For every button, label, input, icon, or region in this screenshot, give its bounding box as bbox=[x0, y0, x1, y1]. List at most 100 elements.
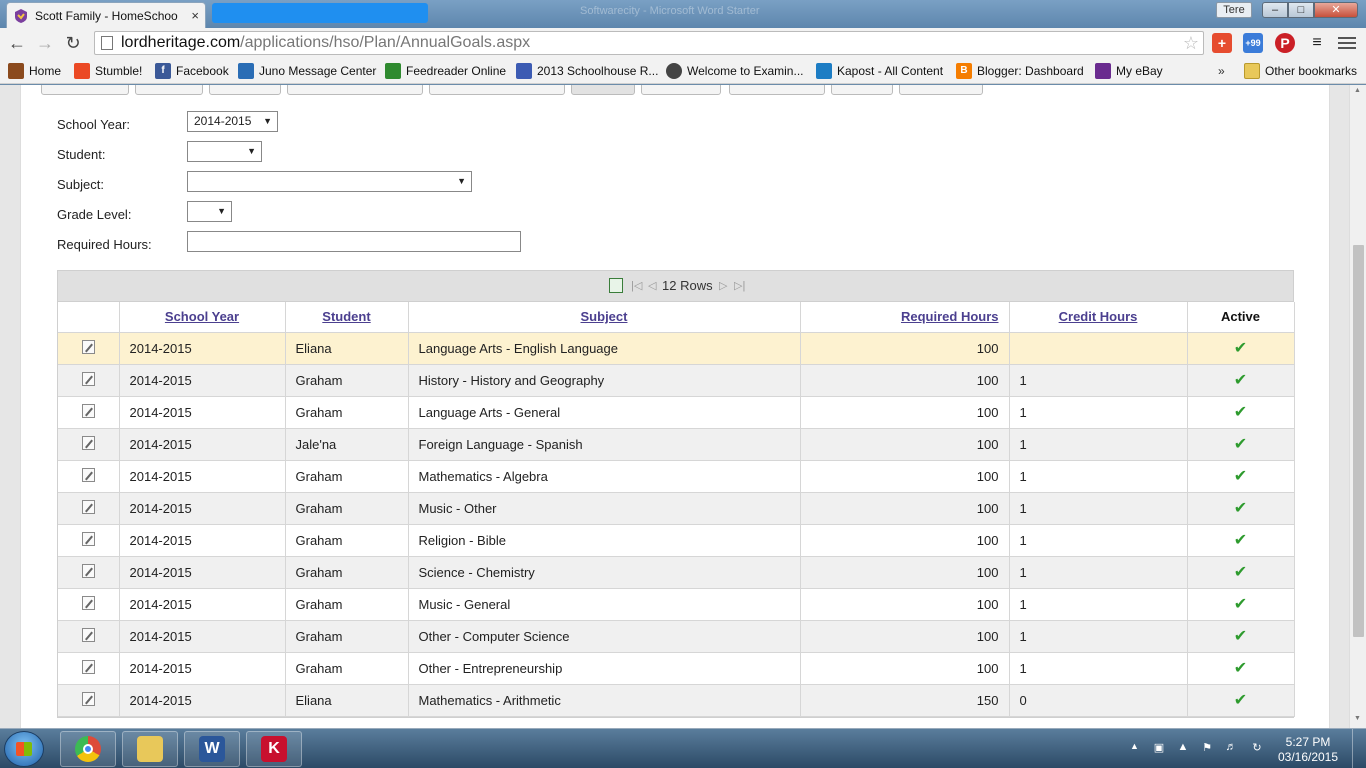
page-toolbar-button-1[interactable] bbox=[41, 85, 129, 95]
page-toolbar-button-6[interactable] bbox=[571, 85, 635, 95]
page-toolbar-button-10[interactable] bbox=[899, 85, 983, 95]
edit-icon[interactable] bbox=[81, 531, 95, 546]
forward-button[interactable]: → bbox=[34, 32, 56, 54]
edit-cell[interactable] bbox=[58, 652, 120, 685]
table-row[interactable]: 2014-2015 Eliana Language Arts - English L… bbox=[58, 332, 1295, 365]
edit-icon[interactable] bbox=[81, 339, 95, 354]
student-select[interactable]: ▼ bbox=[187, 141, 262, 162]
table-row[interactable]: 2014-2015 Graham Mathematics - Algebra 100 1… bbox=[58, 460, 1295, 493]
edit-cell[interactable] bbox=[58, 396, 120, 429]
edit-cell[interactable] bbox=[58, 620, 120, 653]
tray-expand-icon[interactable]: ▲ bbox=[1130, 741, 1139, 751]
sort-subject-link[interactable]: Subject bbox=[581, 309, 628, 324]
google-plus-extension-icon[interactable]: + bbox=[1212, 33, 1232, 53]
sort-student-link[interactable]: Student bbox=[322, 309, 370, 324]
taskbar-word[interactable]: W bbox=[184, 731, 240, 767]
edit-cell[interactable] bbox=[58, 460, 120, 493]
bookmark-star-icon[interactable]: ☆ bbox=[1183, 33, 1199, 54]
browser-tab[interactable]: Scott Family - HomeSchoo × bbox=[6, 2, 206, 28]
page-toolbar-button-8[interactable] bbox=[729, 85, 825, 95]
edit-icon[interactable] bbox=[81, 627, 95, 642]
taskbar-explorer[interactable] bbox=[122, 731, 178, 767]
bookmark-feedreader[interactable]: Feedreader Online bbox=[385, 62, 506, 80]
maximize-button[interactable]: □ bbox=[1288, 2, 1314, 18]
edit-cell[interactable] bbox=[58, 588, 120, 621]
profile-button[interactable]: Tere bbox=[1216, 2, 1252, 18]
page-scrollbar[interactable]: ▲ ▼ bbox=[1349, 85, 1366, 728]
edit-cell[interactable] bbox=[58, 524, 120, 557]
other-bookmarks[interactable]: Other bookmarks bbox=[1244, 62, 1357, 80]
sort-required-hours-link[interactable]: Required Hours bbox=[901, 309, 999, 324]
bookmark-blogger[interactable]: B Blogger: Dashboard bbox=[956, 62, 1084, 80]
table-row[interactable]: 2014-2015 Graham Religion - Bible 100 1 ✔ bbox=[58, 524, 1295, 557]
action-center-flag-icon[interactable]: ⚑ bbox=[1200, 741, 1214, 755]
sync-icon[interactable]: ↻ bbox=[1250, 741, 1264, 755]
extension-badge-icon[interactable]: +99 bbox=[1243, 33, 1263, 53]
bookmark-examiner[interactable]: Welcome to Examin... bbox=[666, 62, 803, 80]
column-header-credit-hours[interactable]: Credit Hours bbox=[1009, 302, 1188, 333]
subject-select[interactable]: ▼ bbox=[187, 171, 472, 192]
edit-cell[interactable] bbox=[58, 492, 120, 525]
school-year-select[interactable]: 2014-2015 ▼ bbox=[187, 111, 278, 132]
required-hours-input[interactable] bbox=[187, 231, 521, 252]
edit-cell[interactable] bbox=[58, 428, 120, 461]
device-tray-icon[interactable]: ▣ bbox=[1152, 741, 1166, 755]
edit-icon[interactable] bbox=[81, 691, 95, 706]
bookmarks-overflow-button[interactable]: » bbox=[1218, 64, 1225, 78]
table-row[interactable]: 2014-2015 Graham Other - Entrepreneurship 1… bbox=[58, 652, 1295, 685]
page-toolbar-button-7[interactable] bbox=[641, 85, 721, 95]
bookmark-schoolhouse[interactable]: 2013 Schoolhouse R... bbox=[516, 62, 658, 80]
table-row[interactable]: 2014-2015 Eliana Mathematics - Arithmetic 1… bbox=[58, 684, 1295, 717]
show-desktop-button[interactable] bbox=[1352, 729, 1366, 768]
first-page-icon[interactable]: |◁ bbox=[631, 279, 642, 292]
edit-icon[interactable] bbox=[81, 371, 95, 386]
scroll-up-arrow-icon[interactable]: ▲ bbox=[1354, 87, 1361, 94]
edit-icon[interactable] bbox=[81, 659, 95, 674]
address-bar[interactable]: lordheritage.com/applications/hso/Plan/A… bbox=[94, 31, 1204, 55]
table-row[interactable]: 2014-2015 Jale'na Foreign Language - Spani… bbox=[58, 428, 1295, 461]
taskbar-kaspersky[interactable]: K bbox=[246, 731, 302, 767]
reload-button[interactable]: ↻ bbox=[62, 32, 84, 54]
edit-icon[interactable] bbox=[81, 499, 95, 514]
column-header-required-hours[interactable]: Required Hours bbox=[800, 302, 1010, 333]
last-page-icon[interactable]: ▷| bbox=[734, 279, 745, 292]
bookmark-facebook[interactable]: f Facebook bbox=[155, 62, 229, 80]
table-row[interactable]: 2014-2015 Graham History - History and Geo… bbox=[58, 364, 1295, 397]
system-clock[interactable]: 5:27 PM 03/16/2015 bbox=[1272, 735, 1344, 765]
bookmark-juno[interactable]: Juno Message Center bbox=[238, 62, 376, 80]
prev-page-icon[interactable]: ◁ bbox=[648, 279, 656, 292]
grade-level-select[interactable]: ▼ bbox=[187, 201, 232, 222]
export-excel-icon[interactable] bbox=[609, 278, 623, 293]
table-row[interactable]: 2014-2015 Graham Science - Chemistry 100 1 ✔ bbox=[58, 556, 1295, 589]
minimize-button[interactable]: – bbox=[1262, 2, 1288, 18]
edit-cell[interactable] bbox=[58, 332, 120, 365]
edit-icon[interactable] bbox=[81, 595, 95, 610]
bookmark-ebay[interactable]: My eBay bbox=[1095, 62, 1163, 80]
close-window-button[interactable]: ✕ bbox=[1314, 2, 1358, 18]
start-button[interactable] bbox=[4, 731, 44, 767]
page-toolbar-button-2[interactable] bbox=[135, 85, 203, 95]
table-row[interactable]: 2014-2015 Graham Language Arts - General 10… bbox=[58, 396, 1295, 429]
bookmark-home[interactable]: Home bbox=[8, 62, 61, 80]
column-header-student[interactable]: Student bbox=[285, 302, 409, 333]
network-icon[interactable]: ▲ bbox=[1176, 741, 1190, 755]
edit-cell[interactable] bbox=[58, 364, 120, 397]
page-toolbar-button-5[interactable] bbox=[429, 85, 565, 95]
pinterest-extension-icon[interactable]: P bbox=[1275, 33, 1295, 53]
table-row[interactable]: 2014-2015 Graham Other - Computer Science 1… bbox=[58, 620, 1295, 653]
page-toolbar-button-3[interactable] bbox=[209, 85, 281, 95]
bookmark-stumble[interactable]: Stumble! bbox=[74, 62, 142, 80]
edit-icon[interactable] bbox=[81, 467, 95, 482]
sort-credit-hours-link[interactable]: Credit Hours bbox=[1059, 309, 1138, 324]
bookmark-kapost[interactable]: Kapost - All Content bbox=[816, 62, 943, 80]
table-row[interactable]: 2014-2015 Graham Music - Other 100 1 ✔ bbox=[58, 492, 1295, 525]
taskbar-chrome[interactable] bbox=[60, 731, 116, 767]
back-button[interactable]: ← bbox=[6, 32, 28, 54]
next-page-icon[interactable]: ▷ bbox=[719, 279, 727, 292]
page-toolbar-button-9[interactable] bbox=[831, 85, 893, 95]
buffer-extension-icon[interactable]: ≡ bbox=[1307, 33, 1327, 53]
scroll-thumb[interactable] bbox=[1353, 245, 1364, 637]
column-header-subject[interactable]: Subject bbox=[408, 302, 801, 333]
edit-icon[interactable] bbox=[81, 563, 95, 578]
edit-icon[interactable] bbox=[81, 435, 95, 450]
